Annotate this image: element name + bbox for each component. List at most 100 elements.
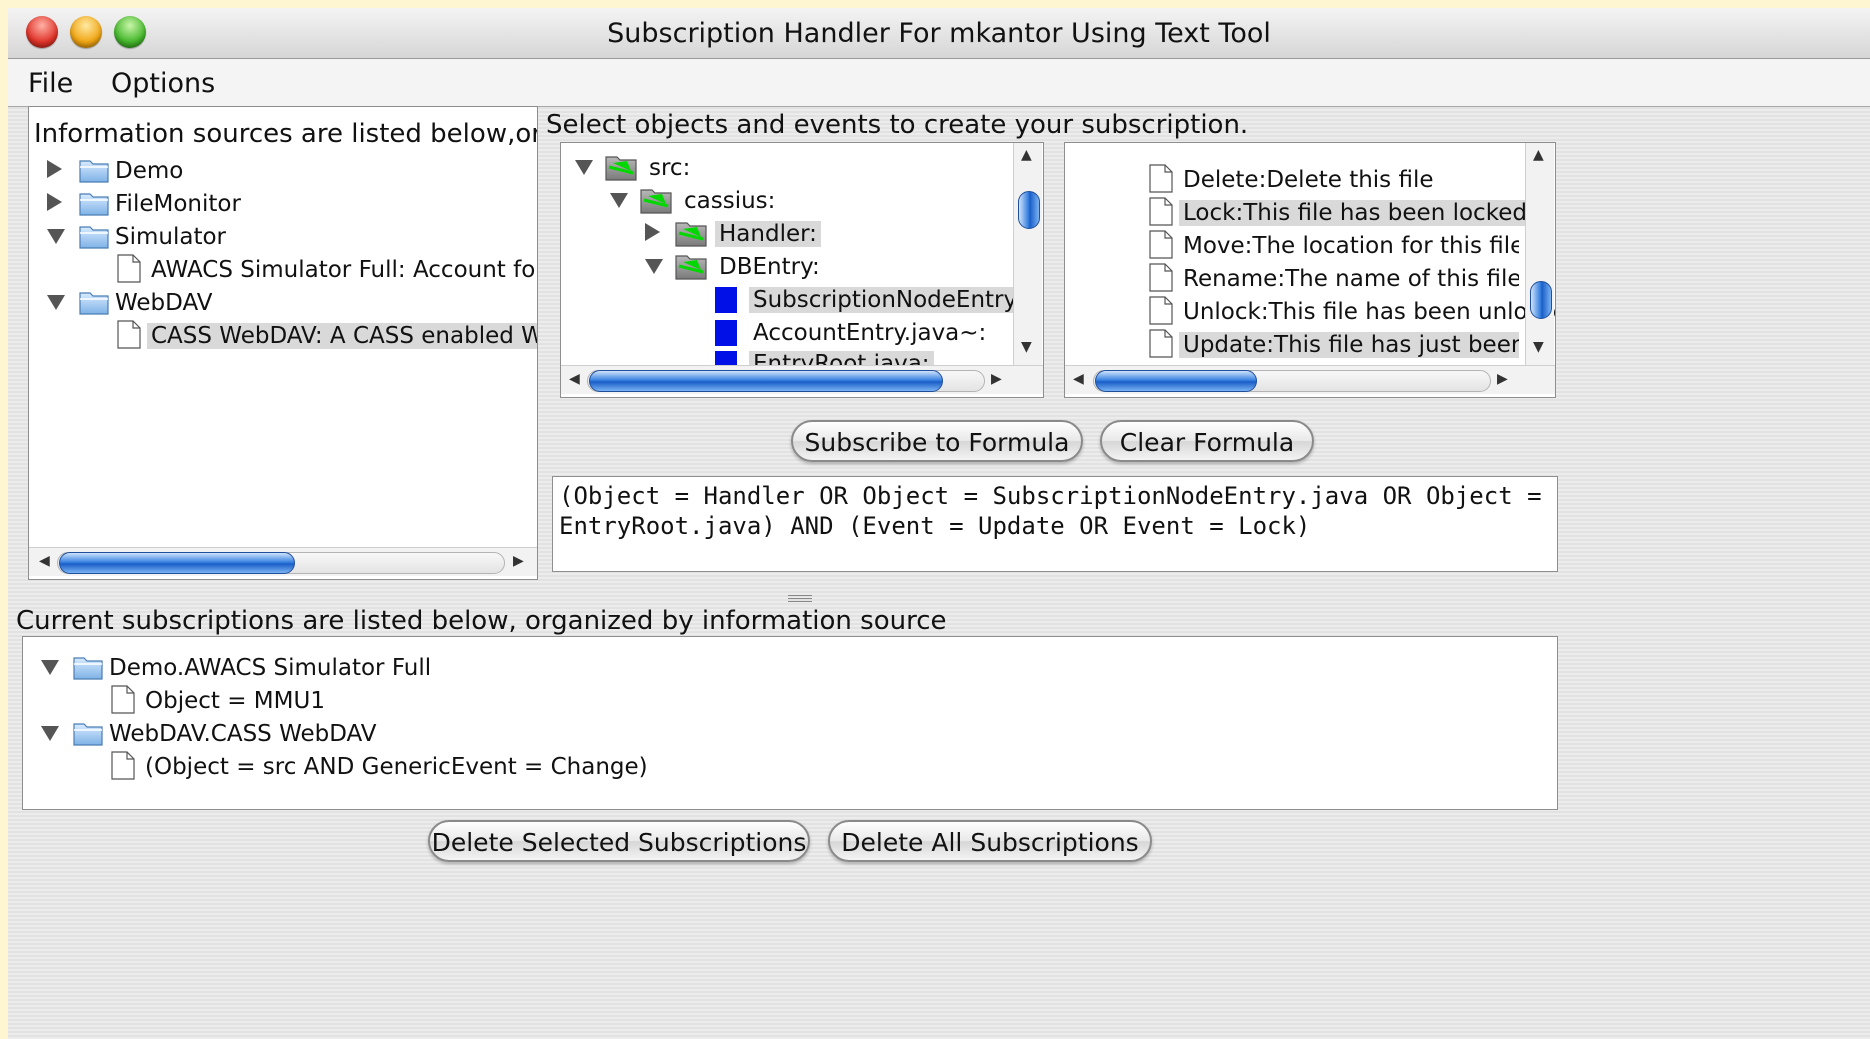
tree-item-handler[interactable]: Handler: xyxy=(645,217,1025,251)
file-icon xyxy=(1149,296,1173,325)
disclosure-triangle-icon[interactable] xyxy=(47,193,62,211)
subscribe-to-formula-button[interactable]: Subscribe to Formula xyxy=(791,420,1083,462)
tree-item-cass-webdav[interactable]: CASS WebDAV: A CASS enabled WebDAV xyxy=(47,319,537,353)
folder-icon xyxy=(79,190,109,216)
subscriptions-panel: Demo.AWACS Simulator Full Object = MMU1 … xyxy=(22,636,1558,810)
scroll-thumb[interactable] xyxy=(1530,281,1552,319)
class-object-icon xyxy=(715,320,737,346)
event-item-label: Update:This file has just been modif xyxy=(1179,332,1519,358)
tree-item-label: Demo xyxy=(115,158,184,184)
scroll-up-icon[interactable]: ▲ xyxy=(1021,147,1032,163)
event-item-lock[interactable]: Lock:This file has been locked xyxy=(1149,196,1531,230)
file-icon xyxy=(1149,230,1173,259)
tree-item-entryroot[interactable]: EntryRoot.java: xyxy=(715,347,1015,365)
disclosure-triangle-icon[interactable] xyxy=(610,193,628,208)
select-label: Select objects and events to create your… xyxy=(546,110,1249,140)
tree-item-label: SubscriptionNodeEntry.java xyxy=(749,287,1015,313)
scroll-down-icon[interactable]: ▼ xyxy=(1021,339,1032,355)
subscription-item-webdav-cass[interactable]: WebDAV.CASS WebDAV xyxy=(41,717,641,751)
event-item-label: Rename:The name of this file has ch xyxy=(1183,266,1519,292)
file-icon xyxy=(117,320,141,349)
subscription-item-label: Demo.AWACS Simulator Full xyxy=(109,655,432,681)
event-item-label: Unlock:This file has been unlocked xyxy=(1183,299,1556,325)
menu-file[interactable]: File xyxy=(28,68,73,99)
split-pane-divider-handle[interactable] xyxy=(788,594,812,602)
file-icon xyxy=(111,751,135,780)
objects-vertical-scrollbar[interactable]: ▲ ▼ xyxy=(1013,143,1042,365)
tree-item-label: Simulator xyxy=(115,224,227,250)
scroll-left-icon[interactable]: ◀ xyxy=(1073,371,1084,387)
folder-icon xyxy=(79,223,109,249)
folder-icon xyxy=(79,157,109,183)
disclosure-triangle-icon[interactable] xyxy=(575,160,593,175)
package-folder-icon xyxy=(640,186,674,214)
subscription-item-src-change[interactable]: (Object = src AND GenericEvent = Change) xyxy=(41,750,741,784)
scroll-right-icon[interactable]: ▶ xyxy=(513,553,524,569)
objects-tree-panel: src: cassius: Handler: DBEntry: Subscrip… xyxy=(560,142,1044,398)
title-bar[interactable]: Subscription Handler For mkantor Using T… xyxy=(8,8,1870,59)
subscriptions-panel-label: Current subscriptions are listed below, … xyxy=(16,606,947,636)
event-item-rename[interactable]: Rename:The name of this file has ch xyxy=(1149,262,1519,296)
delete-selected-subscriptions-button[interactable]: Delete Selected Subscriptions xyxy=(428,820,810,862)
menu-bar: File Options xyxy=(8,59,1870,107)
tree-item-label: Handler: xyxy=(715,221,821,247)
tree-item-webdav[interactable]: WebDAV xyxy=(47,286,527,320)
tree-item-cassius[interactable]: cassius: xyxy=(610,184,1030,218)
class-object-icon xyxy=(715,351,737,365)
tree-item-label: AWACS Simulator Full: Account for storir xyxy=(151,257,537,283)
tree-item-label: FileMonitor xyxy=(115,191,241,217)
tree-item-label: CASS WebDAV: A CASS enabled WebDAV xyxy=(147,323,537,349)
disclosure-triangle-icon[interactable] xyxy=(47,160,62,178)
scroll-up-icon[interactable]: ▲ xyxy=(1533,147,1544,163)
scroll-right-icon[interactable]: ▶ xyxy=(1497,371,1508,387)
event-item-delete[interactable]: Delete:Delete this file xyxy=(1149,163,1519,197)
file-icon xyxy=(1149,329,1173,358)
scroll-left-icon[interactable]: ◀ xyxy=(569,371,580,387)
objects-horizontal-scrollbar[interactable]: ◀ ▶ xyxy=(561,365,1043,394)
disclosure-triangle-icon[interactable] xyxy=(41,726,59,741)
disclosure-triangle-icon[interactable] xyxy=(47,229,65,244)
tree-item-filemonitor[interactable]: FileMonitor xyxy=(47,187,527,221)
scroll-thumb[interactable] xyxy=(589,370,943,392)
disclosure-triangle-icon[interactable] xyxy=(645,223,660,241)
clear-formula-button[interactable]: Clear Formula xyxy=(1100,420,1314,462)
events-horizontal-scrollbar[interactable]: ◀ ▶ xyxy=(1065,365,1555,394)
tree-item-simulator[interactable]: Simulator xyxy=(47,220,527,254)
disclosure-triangle-icon[interactable] xyxy=(47,295,65,310)
scroll-left-icon[interactable]: ◀ xyxy=(39,553,50,569)
tree-item-src[interactable]: src: xyxy=(575,151,1015,185)
subscription-item-object-mmu1[interactable]: Object = MMU1 xyxy=(41,684,641,718)
formula-textarea[interactable]: (Object = Handler OR Object = Subscripti… xyxy=(552,476,1558,572)
tree-item-subscriptionnodeentry[interactable]: SubscriptionNodeEntry.java xyxy=(715,283,1015,317)
file-icon xyxy=(1149,263,1173,292)
tree-item-demo[interactable]: Demo xyxy=(47,154,527,188)
tree-item-dbentry[interactable]: DBEntry: xyxy=(645,250,1025,284)
scroll-thumb[interactable] xyxy=(59,552,295,574)
events-vertical-scrollbar[interactable]: ▲ ▼ xyxy=(1525,143,1554,365)
subscription-item-label: Object = MMU1 xyxy=(145,688,325,714)
tree-item-accountentry[interactable]: AccountEntry.java~: xyxy=(715,316,1015,350)
file-icon xyxy=(1149,164,1173,193)
event-item-label: Move:The location for this file has c xyxy=(1183,233,1519,259)
tree-item-awacs-simulator[interactable]: AWACS Simulator Full: Account for storir xyxy=(47,253,537,287)
subscription-item-demo-awacs[interactable]: Demo.AWACS Simulator Full xyxy=(41,651,641,685)
tree-item-label: cassius: xyxy=(684,188,776,214)
file-icon xyxy=(117,254,141,283)
file-icon xyxy=(111,685,135,714)
class-object-icon xyxy=(715,287,737,313)
menu-options[interactable]: Options xyxy=(111,68,215,99)
sources-horizontal-scrollbar[interactable]: ◀ ▶ xyxy=(29,547,537,576)
delete-all-subscriptions-button[interactable]: Delete All Subscriptions xyxy=(828,820,1152,862)
package-folder-icon xyxy=(605,153,639,181)
event-item-unlock[interactable]: Unlock:This file has been unlocked xyxy=(1149,295,1555,329)
event-item-move[interactable]: Move:The location for this file has c xyxy=(1149,229,1519,263)
disclosure-triangle-icon[interactable] xyxy=(41,660,59,675)
sources-panel: Information sources are listed below,org… xyxy=(28,106,538,580)
tree-item-label: AccountEntry.java~: xyxy=(753,320,987,346)
scroll-thumb[interactable] xyxy=(1095,370,1257,392)
scroll-thumb[interactable] xyxy=(1018,191,1040,229)
scroll-down-icon[interactable]: ▼ xyxy=(1533,339,1544,355)
event-item-update[interactable]: Update:This file has just been modif xyxy=(1149,328,1519,362)
scroll-right-icon[interactable]: ▶ xyxy=(991,371,1002,387)
disclosure-triangle-icon[interactable] xyxy=(645,259,663,274)
